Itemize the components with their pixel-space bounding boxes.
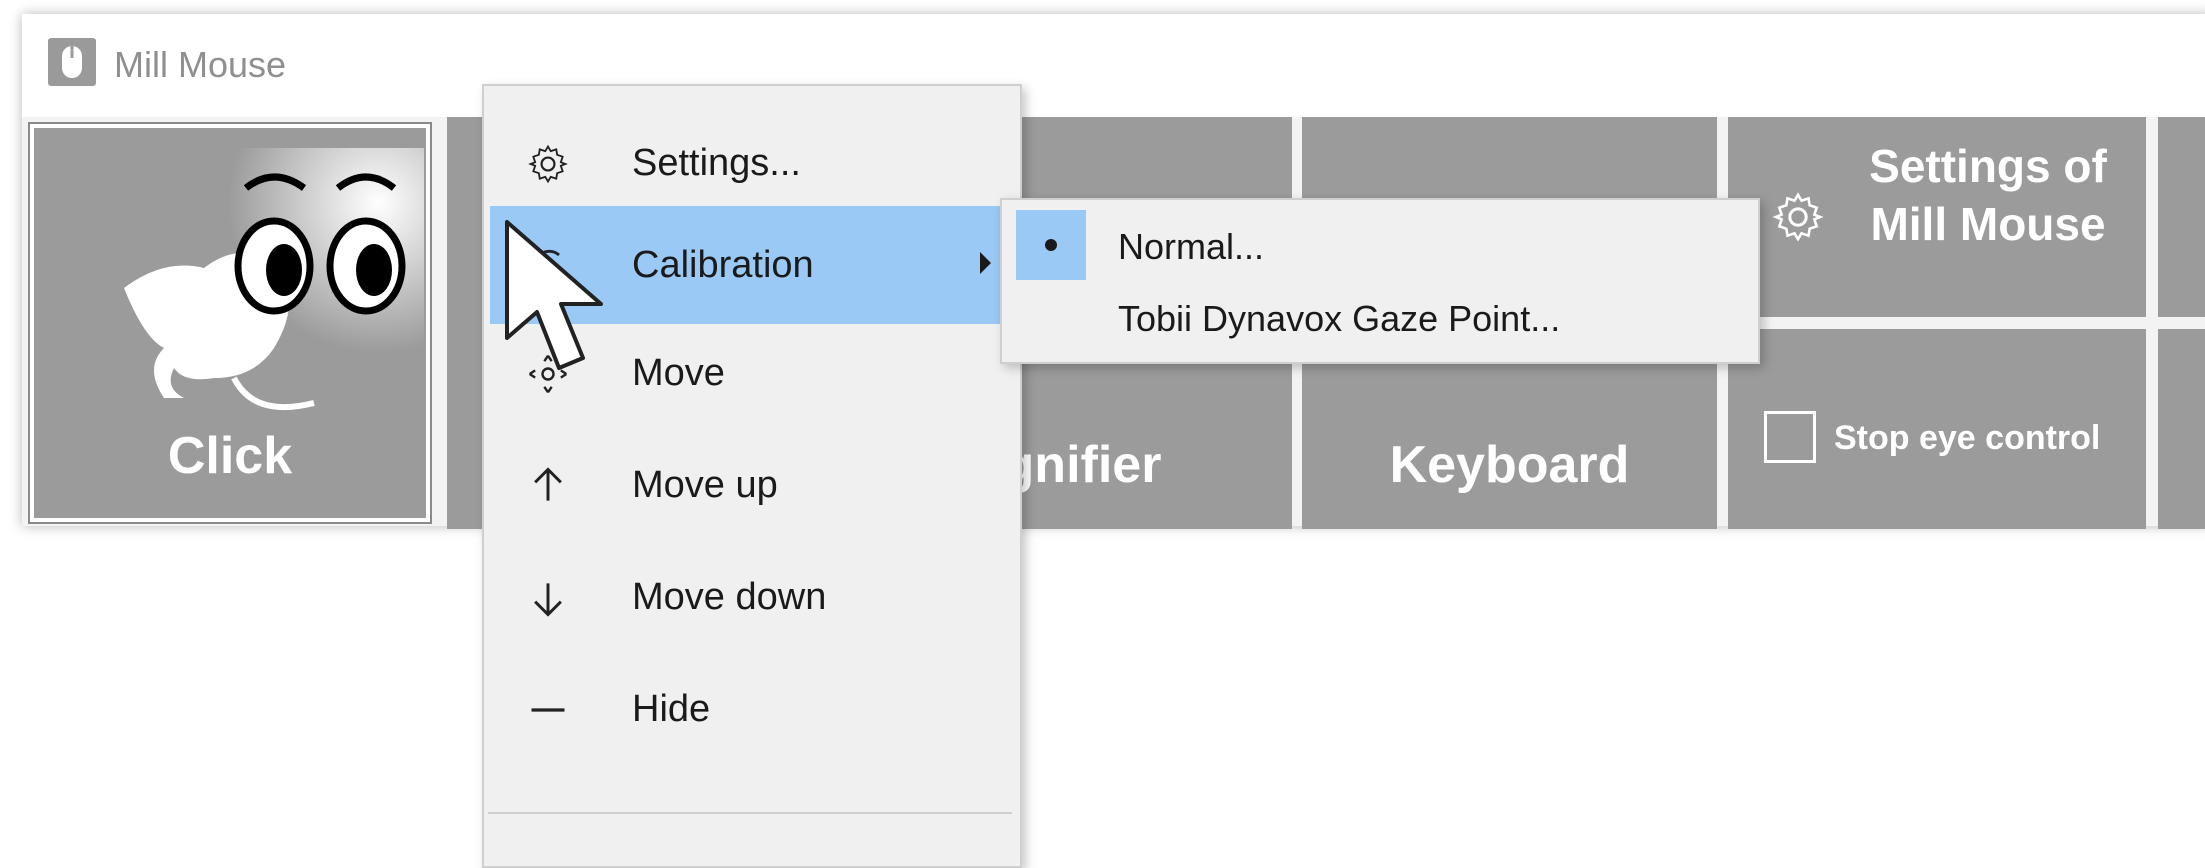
keyboard-tile-label: Keyboard [1389,436,1630,494]
mouse-eyes-icon [124,148,424,411]
menu-item-move-up-label: Move up [632,464,778,506]
selected-radio-mark [1016,210,1086,280]
menu-item-hide[interactable]: Hide [484,662,1016,758]
menu-separator [488,812,1012,814]
arrow-down-icon [534,583,562,617]
click-tile-label: Click [167,427,293,485]
gear-icon [528,144,568,184]
mouse-pointer-icon [505,220,603,370]
title-bar[interactable]: Mill Mouse [22,14,2205,117]
submenu-item-normal[interactable]: Normal... [1012,210,1752,280]
arrow-up-icon [534,467,562,501]
submenu-arrow-icon [980,252,991,274]
extra-tile-bottom[interactable] [2158,329,2205,529]
stop-eye-control-tile[interactable]: Stop eye control [1728,329,2146,529]
stop-eye-control-label: Stop eye control [1834,419,2101,457]
menu-item-move-label: Move [632,352,725,394]
menu-item-hide-label: Hide [632,688,711,730]
menu-item-move-down[interactable]: Move down [484,550,1016,646]
menu-item-move-up[interactable]: Move up [484,438,1016,534]
click-tile[interactable]: Click [28,122,432,524]
menu-item-settings[interactable]: Settings... [484,116,1016,212]
window-title: Mill Mouse [114,44,287,85]
context-menu: Settings... Calibration Move Move up Mov… [482,84,1022,868]
calibration-submenu: Normal... Tobii Dynavox Gaze Point... [1000,198,1760,364]
mouse-icon [48,38,96,86]
settings-tile[interactable]: Settings of Mill Mouse [1728,117,2146,317]
menu-item-move-down-label: Move down [632,576,827,618]
gear-icon [1772,192,1824,242]
radio-dot-icon [1045,239,1057,251]
menu-item-calibration-label: Calibration [632,244,814,286]
submenu-item-tobii[interactable]: Tobii Dynavox Gaze Point... [1012,286,1752,352]
submenu-item-tobii-label: Tobii Dynavox Gaze Point... [1118,298,1561,339]
extra-tile-top[interactable] [2158,117,2205,317]
minus-icon [531,708,565,712]
stop-eye-control-checkbox[interactable] [1764,411,1816,463]
settings-tile-label: Settings of Mill Mouse [1869,140,2107,250]
submenu-item-normal-label: Normal... [1118,226,1265,267]
menu-item-settings-label: Settings... [632,142,801,184]
